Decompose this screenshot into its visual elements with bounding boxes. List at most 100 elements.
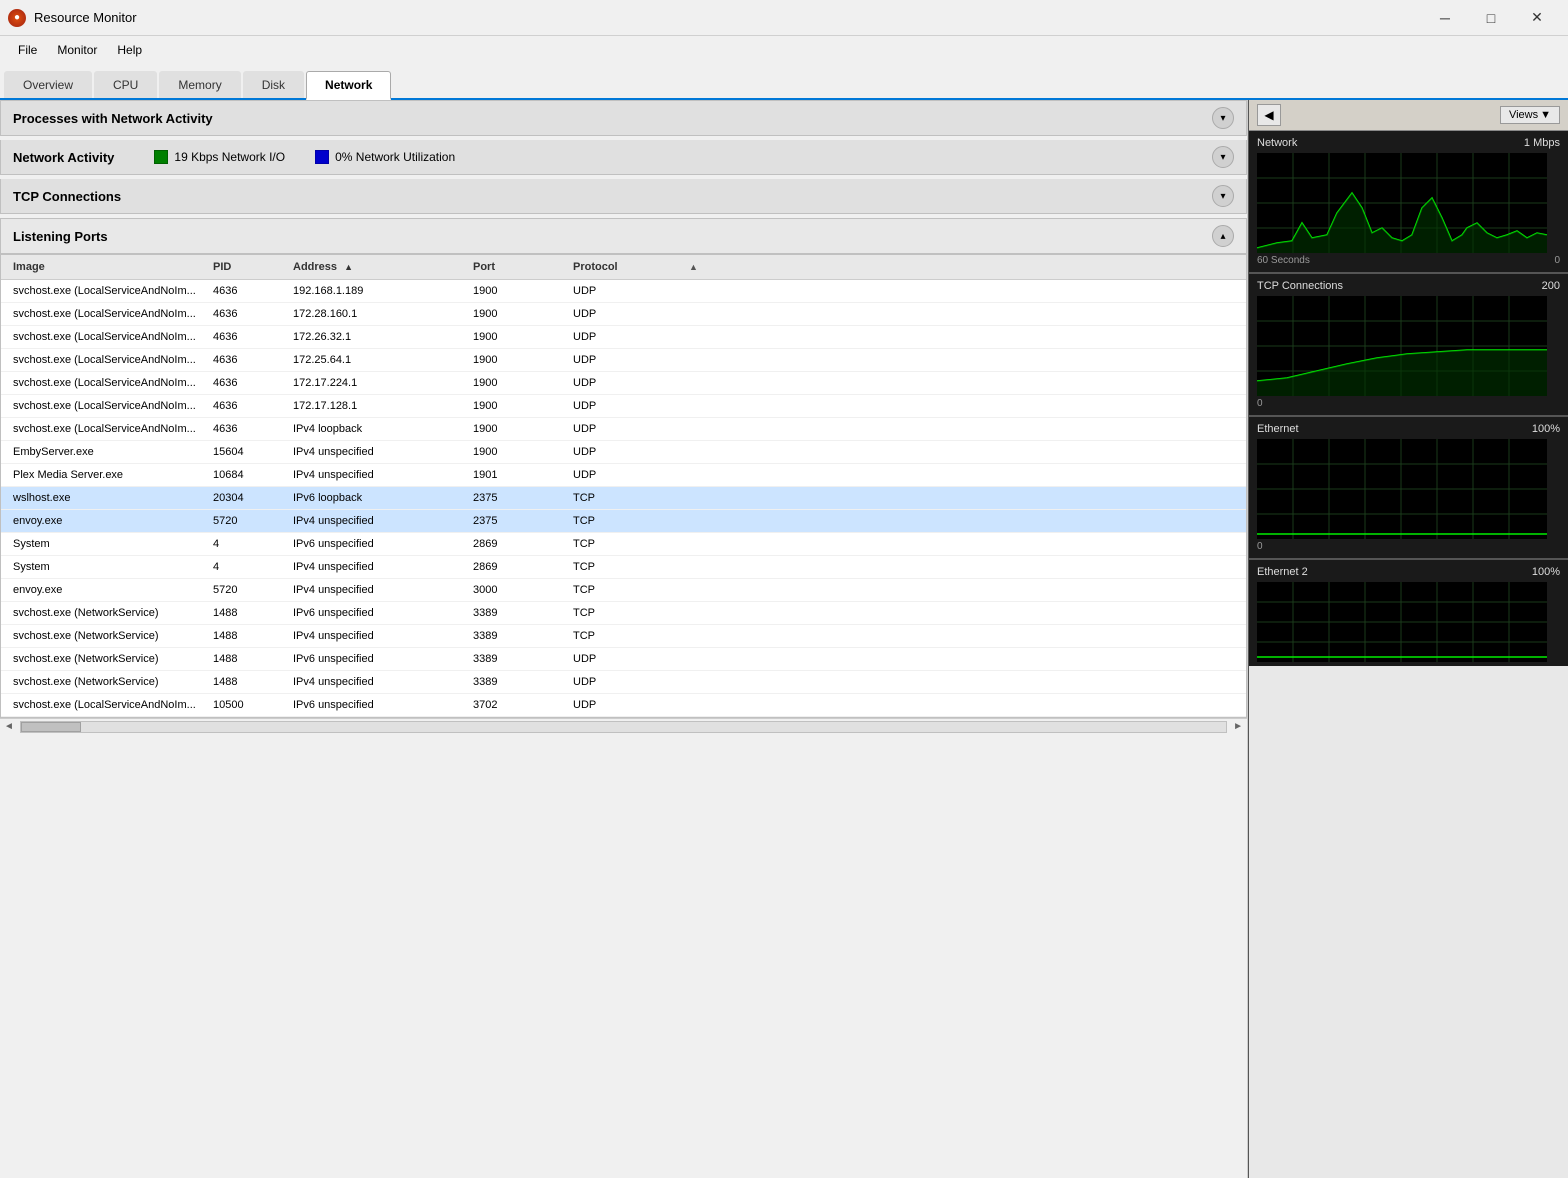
col-scroll-indicator: ▲ <box>689 259 703 275</box>
tcp-header[interactable]: TCP Connections ▾ <box>0 179 1247 214</box>
network-time-label: 60 Seconds 0 <box>1257 255 1560 270</box>
processes-header[interactable]: Processes with Network Activity ▾ <box>0 100 1247 136</box>
bottom-scrollbar[interactable]: ◄ ► <box>0 718 1247 734</box>
stat-icon-green <box>154 150 168 164</box>
col-header-address[interactable]: Address ▲ <box>289 259 469 275</box>
table-row[interactable]: svchost.exe (LocalServiceAndNoIm... 1050… <box>1 694 1246 717</box>
cell-image: svchost.exe (LocalServiceAndNoIm... <box>9 375 209 391</box>
minimize-button[interactable]: ─ <box>1422 4 1468 32</box>
cell-pid: 4636 <box>209 398 289 414</box>
listening-header[interactable]: Listening Ports ▴ <box>0 218 1247 254</box>
expand-button[interactable]: ◀ <box>1257 104 1281 126</box>
ethernet-chart-svg <box>1257 439 1547 539</box>
listening-title: Listening Ports <box>13 229 108 244</box>
cell-protocol: TCP <box>569 628 689 644</box>
network-chart-section: Network 1 Mbps <box>1249 131 1568 272</box>
titlebar-left: ● Resource Monitor <box>8 9 137 27</box>
menu-monitor[interactable]: Monitor <box>47 41 107 59</box>
cell-pid: 1488 <box>209 628 289 644</box>
cell-address: IPv4 loopback <box>289 421 469 437</box>
table-row[interactable]: svchost.exe (LocalServiceAndNoIm... 4636… <box>1 326 1246 349</box>
processes-title: Processes with Network Activity <box>13 111 213 126</box>
time-60s: 60 Seconds <box>1257 255 1310 266</box>
table-row[interactable]: wslhost.exe 20304 IPv6 loopback 2375 TCP <box>1 487 1246 510</box>
menu-file[interactable]: File <box>8 41 47 59</box>
table-row[interactable]: Plex Media Server.exe 10684 IPv4 unspeci… <box>1 464 1246 487</box>
cell-pid: 4636 <box>209 375 289 391</box>
cell-pid: 5720 <box>209 513 289 529</box>
table-row[interactable]: svchost.exe (NetworkService) 1488 IPv6 u… <box>1 648 1246 671</box>
cell-protocol: UDP <box>569 697 689 713</box>
ethernet-label: Ethernet <box>1257 423 1299 435</box>
tab-network[interactable]: Network <box>306 71 391 100</box>
cell-address: 172.25.64.1 <box>289 352 469 368</box>
close-button[interactable]: ✕ <box>1514 4 1560 32</box>
table-row[interactable]: svchost.exe (LocalServiceAndNoIm... 4636… <box>1 280 1246 303</box>
tab-memory[interactable]: Memory <box>159 71 240 98</box>
tcp-collapse[interactable]: ▾ <box>1212 185 1234 207</box>
scroll-left-arrow[interactable]: ◄ <box>0 721 18 732</box>
col-header-image[interactable]: Image <box>9 259 209 275</box>
tcp-chart-section: TCP Connections 200 <box>1249 272 1568 415</box>
cell-image: svchost.exe (LocalServiceAndNoIm... <box>9 697 209 713</box>
table-row[interactable]: svchost.exe (NetworkService) 1488 IPv6 u… <box>1 602 1246 625</box>
listening-collapse[interactable]: ▴ <box>1212 225 1234 247</box>
table-row[interactable]: svchost.exe (LocalServiceAndNoIm... 4636… <box>1 395 1246 418</box>
table-row[interactable]: EmbyServer.exe 15604 IPv4 unspecified 19… <box>1 441 1246 464</box>
col-header-protocol[interactable]: Protocol <box>569 259 689 275</box>
processes-collapse[interactable]: ▾ <box>1212 107 1234 129</box>
cell-protocol: TCP <box>569 490 689 506</box>
table-row[interactable]: svchost.exe (LocalServiceAndNoIm... 4636… <box>1 372 1246 395</box>
cell-protocol: UDP <box>569 444 689 460</box>
tab-cpu[interactable]: CPU <box>94 71 157 98</box>
table-row[interactable]: envoy.exe 5720 IPv4 unspecified 2375 TCP <box>1 510 1246 533</box>
cell-protocol: UDP <box>569 306 689 322</box>
ethernet-time-label: 0 <box>1257 541 1560 556</box>
tab-overview[interactable]: Overview <box>4 71 92 98</box>
tab-disk[interactable]: Disk <box>243 71 304 98</box>
col-header-port[interactable]: Port <box>469 259 569 275</box>
cell-protocol: TCP <box>569 582 689 598</box>
table-row[interactable]: System 4 IPv6 unspecified 2869 TCP <box>1 533 1246 556</box>
views-label: Views <box>1509 109 1538 121</box>
table-row[interactable]: svchost.exe (LocalServiceAndNoIm... 4636… <box>1 303 1246 326</box>
cell-port: 3389 <box>469 628 569 644</box>
ethernet2-chart-canvas <box>1257 582 1547 662</box>
cell-address: 192.168.1.189 <box>289 283 469 299</box>
scroll-thumb[interactable] <box>21 722 81 732</box>
scroll-track[interactable] <box>20 721 1227 733</box>
cell-protocol: UDP <box>569 352 689 368</box>
cell-port: 2869 <box>469 559 569 575</box>
cell-address: IPv4 unspecified <box>289 628 469 644</box>
cell-port: 1900 <box>469 444 569 460</box>
cell-protocol: UDP <box>569 375 689 391</box>
stat-io-label: 19 Kbps Network I/O <box>174 150 285 164</box>
col-header-pid[interactable]: PID <box>209 259 289 275</box>
cell-image: svchost.exe (LocalServiceAndNoIm... <box>9 398 209 414</box>
cell-pid: 4636 <box>209 306 289 322</box>
table-row[interactable]: svchost.exe (LocalServiceAndNoIm... 4636… <box>1 349 1246 372</box>
maximize-button[interactable]: □ <box>1468 4 1514 32</box>
network-activity-collapse[interactable]: ▾ <box>1212 146 1234 168</box>
scroll-right-arrow[interactable]: ► <box>1229 721 1247 732</box>
tcp-connections-value: 200 <box>1542 280 1560 292</box>
network-label: Network <box>1257 137 1297 149</box>
cell-address: IPv4 unspecified <box>289 674 469 690</box>
table-row[interactable]: System 4 IPv4 unspecified 2869 TCP <box>1 556 1246 579</box>
table-row[interactable]: svchost.exe (LocalServiceAndNoIm... 4636… <box>1 418 1246 441</box>
views-button[interactable]: Views ▼ <box>1500 106 1560 124</box>
table-row[interactable]: svchost.exe (NetworkService) 1488 IPv4 u… <box>1 625 1246 648</box>
cell-address: IPv6 unspecified <box>289 697 469 713</box>
table-row[interactable]: envoy.exe 5720 IPv4 unspecified 3000 TCP <box>1 579 1246 602</box>
cell-pid: 1488 <box>209 605 289 621</box>
table-row[interactable]: svchost.exe (NetworkService) 1488 IPv4 u… <box>1 671 1246 694</box>
network-activity-header[interactable]: Network Activity 19 Kbps Network I/O 0% … <box>0 140 1247 175</box>
cell-port: 2869 <box>469 536 569 552</box>
cell-port: 1900 <box>469 329 569 345</box>
menu-help[interactable]: Help <box>107 41 152 59</box>
menubar: File Monitor Help <box>0 36 1568 64</box>
cell-image: EmbyServer.exe <box>9 444 209 460</box>
tcp-chart-canvas <box>1257 296 1547 396</box>
window-controls: ─ □ ✕ <box>1422 4 1560 32</box>
tabbar: Overview CPU Memory Disk Network <box>0 64 1568 100</box>
